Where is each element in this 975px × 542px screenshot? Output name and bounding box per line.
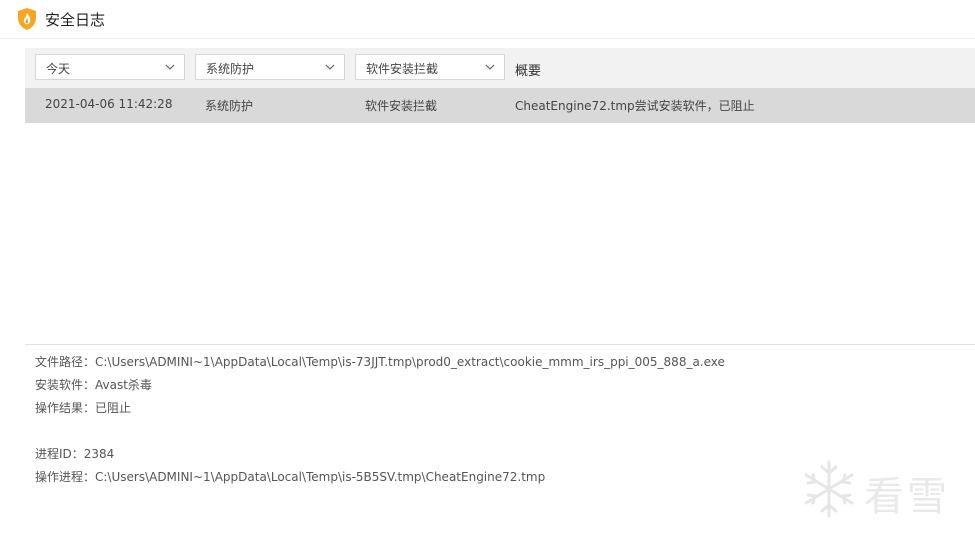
watermark: 看雪 [800, 458, 960, 520]
type-filter-value: 软件安装拦截 [366, 62, 439, 76]
title-bar: 安全日志 [0, 0, 975, 39]
log-category: 系统防护 [205, 99, 254, 113]
detail-result: 操作结果：已阻止 [35, 401, 132, 415]
summary-column-header: 概要 [515, 64, 542, 79]
type-filter-dropdown[interactable]: 软件安装拦截 [355, 54, 505, 80]
date-filter-value: 今天 [46, 62, 71, 76]
filter-toolbar: 今天 系统防护 软件安装拦截 概要 [25, 48, 975, 88]
detail-file-path: 文件路径：C:\Users\ADMINI~1\AppData\Local\Tem… [35, 355, 725, 369]
snowflake-icon [804, 460, 854, 518]
detail-process: 操作进程：C:\Users\ADMINI~1\AppData\Local\Tem… [35, 470, 546, 484]
date-filter-dropdown[interactable]: 今天 [35, 54, 185, 80]
log-time: 2021-04-06 11:42:28 [45, 97, 173, 111]
detail-process-id: 进程ID：2384 [35, 447, 115, 461]
window-title: 安全日志 [45, 11, 106, 29]
chevron-down-icon [325, 64, 335, 70]
shield-flame-icon [18, 8, 36, 30]
chevron-down-icon [165, 64, 175, 70]
detail-software: 安装软件：Avast杀毒 [35, 378, 152, 392]
log-row[interactable]: 2021-04-06 11:42:28 系统防护 软件安装拦截 CheatEng… [25, 88, 975, 123]
category-filter-value: 系统防护 [206, 62, 255, 76]
watermark-text: 看雪 [864, 474, 950, 520]
log-summary: CheatEngine72.tmp尝试安装软件，已阻止 [515, 99, 755, 113]
log-type: 软件安装拦截 [365, 99, 438, 113]
category-filter-dropdown[interactable]: 系统防护 [195, 54, 345, 80]
chevron-down-icon [485, 64, 495, 70]
